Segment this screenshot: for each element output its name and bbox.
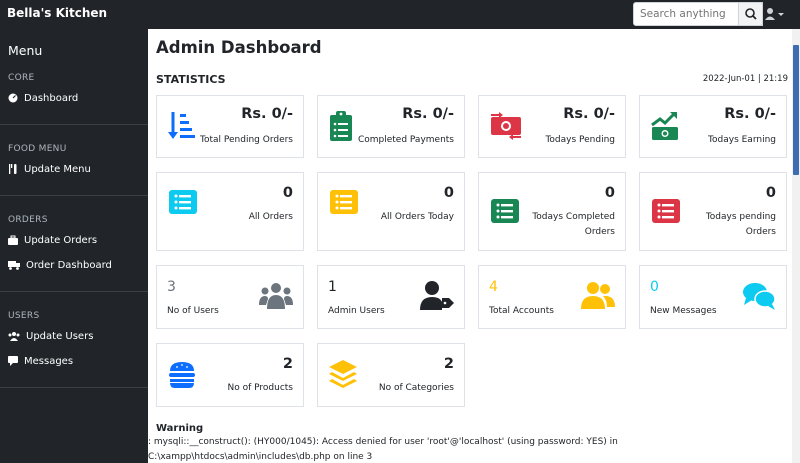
search-button[interactable] bbox=[738, 2, 763, 26]
sidebar-item-label: Messages bbox=[24, 355, 74, 367]
stat-label: Todays Earning bbox=[708, 135, 776, 145]
stat-label: All Orders bbox=[248, 212, 293, 222]
sidebar-divider bbox=[0, 291, 148, 292]
list-icon bbox=[491, 199, 519, 223]
stat-value: 0 bbox=[604, 185, 615, 201]
stat-label: Total Accounts bbox=[489, 306, 554, 316]
stat-label: Completed Payments bbox=[357, 135, 454, 145]
stat-value: 2 bbox=[443, 356, 454, 372]
sidebar-item-label: Order Dashboard bbox=[26, 259, 112, 271]
user-dropdown[interactable] bbox=[764, 6, 786, 22]
stat-value: 0 bbox=[443, 185, 454, 201]
stat-card[interactable]: 1 Admin Users bbox=[317, 265, 465, 329]
stat-label: No of Users bbox=[167, 306, 219, 316]
stat-label: All Orders Today bbox=[380, 212, 454, 222]
user-tag-icon bbox=[420, 281, 454, 310]
warning-message-line2: C:\xampp\htdocs\admin\includes\db.php on… bbox=[148, 452, 373, 462]
comments-icon bbox=[743, 283, 776, 310]
stat-card[interactable]: 0 Todays pending Orders bbox=[639, 172, 787, 251]
stat-label: Orders bbox=[745, 227, 776, 237]
stat-value: Rs. 0/- bbox=[402, 106, 454, 122]
users-icon bbox=[8, 332, 20, 341]
sidebar-item-label: Dashboard bbox=[24, 92, 79, 104]
sidebar-divider bbox=[0, 124, 148, 125]
brand-title[interactable]: Bella's Kitchen bbox=[7, 6, 107, 20]
sidebar-item-dashboard[interactable]: Dashboard bbox=[8, 91, 78, 105]
stat-label: New Messages bbox=[650, 306, 717, 316]
warning-message: : mysqli::__construct(): (HY000/1045): A… bbox=[148, 437, 618, 447]
user-icon bbox=[765, 8, 784, 20]
page-title: Admin Dashboard bbox=[156, 38, 322, 57]
sidebar-divider bbox=[0, 195, 148, 196]
sidebar-item-label: Update Users bbox=[26, 330, 94, 342]
stat-label: Total Pending Orders bbox=[200, 135, 293, 145]
sidebar-item-order-dashboard[interactable]: Order Dashboard bbox=[8, 258, 112, 272]
search-icon bbox=[745, 8, 757, 20]
sidebar-item-messages[interactable]: Messages bbox=[8, 354, 73, 368]
stat-card[interactable]: 3 No of Users bbox=[156, 265, 304, 329]
sidebar-item-update-users[interactable]: Update Users bbox=[8, 329, 93, 343]
dashboard-icon bbox=[8, 93, 18, 103]
stat-card[interactable]: 0 All Orders bbox=[156, 172, 304, 251]
stat-card[interactable]: 2 No of Products bbox=[156, 343, 304, 407]
stat-card[interactable]: 4 Total Accounts bbox=[478, 265, 626, 329]
top-navbar: Bella's Kitchen bbox=[0, 0, 800, 29]
section-title: STATISTICS bbox=[156, 73, 226, 86]
stat-value: 0 bbox=[282, 185, 293, 201]
stat-value: Rs. 0/- bbox=[241, 106, 293, 122]
stat-card[interactable]: 2 No of Categories bbox=[317, 343, 465, 407]
stat-value: Rs. 0/- bbox=[563, 106, 615, 122]
sidebar-heading-core: CORE bbox=[8, 73, 35, 83]
sidebar-heading-food-menu: FOOD MENU bbox=[8, 144, 67, 154]
stat-value: 2 bbox=[282, 356, 293, 372]
sidebar-item-update-orders[interactable]: Update Orders bbox=[8, 233, 97, 247]
sidebar-item-label: Update Orders bbox=[24, 234, 98, 246]
stat-value: Rs. 0/- bbox=[724, 106, 776, 122]
sidebar-item-update-menu[interactable]: Update Menu bbox=[8, 162, 91, 176]
hamburger-icon bbox=[169, 362, 195, 388]
clipboard-list-icon bbox=[330, 111, 352, 141]
sidebar-heading-orders: ORDERS bbox=[8, 215, 48, 225]
list-icon bbox=[169, 190, 197, 214]
stat-card[interactable]: 0 New Messages bbox=[639, 265, 787, 329]
list-icon bbox=[330, 190, 358, 214]
stat-value: 0 bbox=[650, 279, 659, 295]
stat-card[interactable]: 0 Todays Completed Orders bbox=[478, 172, 626, 251]
money-trend-icon bbox=[651, 112, 678, 140]
message-icon bbox=[8, 356, 18, 366]
sidebar-item-label: Update Menu bbox=[24, 163, 91, 175]
stat-value: 0 bbox=[765, 185, 776, 201]
user-friends-icon bbox=[581, 282, 615, 309]
stat-value: 3 bbox=[167, 279, 176, 295]
users-icon bbox=[259, 283, 293, 309]
stat-label: Todays Completed bbox=[532, 212, 615, 222]
stat-card[interactable]: Rs. 0/- Todays Pending bbox=[478, 95, 626, 158]
briefcase-icon bbox=[8, 235, 18, 245]
sidebar-title: Menu bbox=[8, 43, 43, 58]
stat-label: Todays pending bbox=[705, 212, 776, 222]
stat-card[interactable]: Rs. 0/- Todays Earning bbox=[639, 95, 787, 158]
truck-icon bbox=[8, 261, 20, 270]
sidebar: Menu CORE Dashboard FOOD MENU Update Men… bbox=[0, 29, 148, 463]
sidebar-divider bbox=[0, 387, 148, 388]
datetime-label: 2022-Jun-01 | 21:19 bbox=[702, 74, 788, 84]
money-exchange-icon bbox=[491, 112, 521, 140]
stat-label: No of Products bbox=[227, 383, 294, 393]
sidebar-heading-users: USERS bbox=[8, 311, 40, 321]
list-icon bbox=[652, 199, 680, 223]
layer-group-icon bbox=[329, 360, 357, 388]
stat-card[interactable]: 0 All Orders Today bbox=[317, 172, 465, 251]
utensils-icon bbox=[9, 164, 17, 174]
stat-label: Admin Users bbox=[328, 306, 385, 316]
sort-amount-icon bbox=[168, 112, 195, 139]
stat-label: Todays Pending bbox=[545, 135, 615, 145]
scrollbar-thumb[interactable] bbox=[793, 45, 799, 175]
stat-label: Orders bbox=[584, 227, 615, 237]
stat-card[interactable]: Rs. 0/- Completed Payments bbox=[317, 95, 465, 158]
stat-card[interactable]: Rs. 0/- Total Pending Orders bbox=[156, 95, 304, 158]
stat-label: No of Categories bbox=[378, 383, 454, 393]
stat-value: 1 bbox=[328, 279, 337, 295]
stat-value: 4 bbox=[489, 279, 498, 295]
warning-title: Warning bbox=[156, 423, 204, 434]
